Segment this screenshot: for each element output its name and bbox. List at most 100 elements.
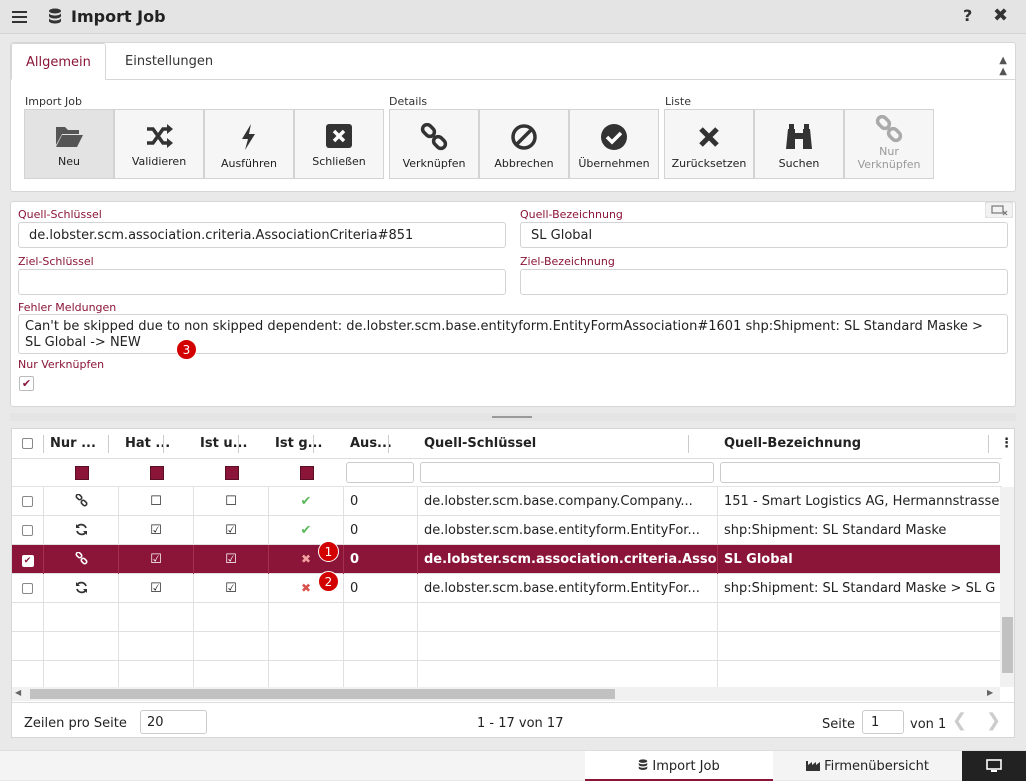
table-row[interactable]: ☐ ☐ ✔ 0 de.lobster.scm.base.company.Comp… (12, 487, 1002, 516)
nur-verknuepfen-button[interactable]: Nur Verknüpfen (844, 109, 934, 179)
quell-schluessel-field[interactable]: de.lobster.scm.association.criteria.Asso… (18, 222, 506, 248)
check-circle-icon (601, 124, 627, 150)
group-label-details: Details (389, 95, 428, 108)
horizontal-scroll-thumb[interactable] (30, 689, 615, 699)
validieren-button[interactable]: Validieren (114, 109, 204, 179)
hamburger-menu-icon[interactable] (12, 8, 32, 26)
table-row[interactable]: ☑ ☑ ✔ 0 de.lobster.scm.base.entityform.E… (12, 516, 1002, 545)
collapse-icon[interactable]: ▲ ▲ (999, 55, 1007, 77)
screen-close-icon[interactable] (985, 202, 1013, 218)
ist-u-value: ☑ (194, 574, 269, 603)
page-input[interactable]: 1 (862, 710, 904, 734)
select-all-checkbox[interactable] (22, 438, 33, 449)
filter-ist-u[interactable] (194, 459, 269, 487)
annotation-badge-2: 2 (318, 571, 339, 592)
col-quell-bezeichnung[interactable]: Quell-Bezeichnung (718, 429, 988, 459)
link-icon (44, 487, 119, 516)
row-select[interactable]: ✔ (12, 545, 44, 574)
desktop-button[interactable] (962, 751, 1026, 781)
row-select[interactable] (12, 487, 44, 516)
col-hat[interactable]: Hat ... (119, 429, 194, 459)
fehler-meldungen-field[interactable]: Can't be skipped due to non skipped depe… (18, 314, 1008, 354)
ziel-bezeichnung-field[interactable] (520, 269, 1008, 295)
factory-icon (805, 761, 820, 771)
col-ist-g[interactable]: Ist g... (269, 429, 344, 459)
col-divider (268, 603, 269, 687)
filter-ist-g[interactable] (269, 459, 344, 487)
neu-button[interactable]: Neu (24, 109, 114, 179)
col-ist-u[interactable]: Ist u... (194, 429, 269, 459)
quell-bezeichnung-value: SL Global (724, 552, 793, 567)
col-divider (43, 603, 44, 687)
rows-per-page-input[interactable]: 20 (140, 710, 207, 734)
col-aus[interactable]: Aus... (344, 429, 418, 459)
verknuepfen-button[interactable]: Verknüpfen (389, 109, 479, 179)
ist-u-value: ☑ (194, 516, 269, 545)
ziel-schluessel-field[interactable] (18, 269, 506, 295)
table-row-selected[interactable]: ✔ ☑ ☑ ✖ 0 de.lobster.scm.association.cri… (12, 545, 1002, 574)
close-icon[interactable]: ✖ (993, 5, 1008, 26)
filter-aus-input[interactable] (346, 462, 414, 483)
filter-hat[interactable] (119, 459, 194, 487)
abbrechen-label: Abbrechen (494, 157, 554, 170)
nur-verknuepfen-field-label: Nur Verknüpfen (18, 358, 105, 371)
filter-nur[interactable] (44, 459, 119, 487)
next-page-icon[interactable]: ❯ (986, 710, 1001, 731)
scroll-right-icon[interactable]: ▶ (987, 688, 993, 697)
title-bar: Import Job ? ✖ (0, 0, 1026, 34)
filter-quell-schluessel-input[interactable] (420, 462, 714, 483)
tab-einstellungen[interactable]: Einstellungen (111, 43, 227, 80)
close-box-icon (326, 124, 352, 148)
nur-verknuepfen-checkbox[interactable]: ✔ (19, 376, 34, 391)
table-row[interactable]: ☑ ☑ ✖ 0 de.lobster.scm.base.entityform.E… (12, 574, 1002, 603)
quell-bezeichnung-field[interactable]: SL Global (520, 222, 1008, 248)
ausfuehren-button[interactable]: Ausführen (204, 109, 294, 179)
prev-page-icon[interactable]: ❮ (952, 710, 967, 731)
quell-bezeichnung-value: 151 - Smart Logistics AG, Hermannstrasse (724, 494, 1000, 509)
link-disabled-icon (875, 115, 903, 143)
vertical-scroll-thumb[interactable] (1002, 617, 1013, 673)
quell-bezeichnung-value: shp:Shipment: SL Standard Maske > SL G (724, 581, 996, 596)
check-icon: ✔ (21, 377, 32, 390)
col-divider (343, 603, 344, 687)
quell-schluessel-label: Quell-Schlüssel (18, 208, 102, 221)
horizontal-scrollbar[interactable]: ◀ ▶ (12, 687, 1000, 701)
bottom-tab-firmenuebersicht-label: Firmenübersicht (824, 759, 929, 774)
page-count-label: von 1 (910, 717, 947, 732)
suchen-button[interactable]: Suchen (754, 109, 844, 179)
vertical-scrollbar[interactable] (1000, 487, 1014, 687)
bottom-tab-import-job-label: Import Job (652, 759, 720, 774)
hat-value: ☐ (119, 487, 194, 516)
bottom-tab-import-job[interactable]: Import Job (585, 751, 773, 781)
col-quell-schluessel[interactable]: Quell-Schlüssel (418, 429, 718, 459)
page-label: Seite (822, 717, 855, 732)
tab-allgemein[interactable]: Allgemein (11, 43, 106, 80)
col-divider (417, 603, 418, 687)
help-icon[interactable]: ? (963, 6, 972, 25)
hat-value: ☑ (119, 545, 194, 574)
schliessen-label: Schließen (312, 155, 366, 168)
filter-row (12, 459, 1002, 487)
annotation-badge-1: 1 (318, 541, 339, 562)
uebernehmen-button[interactable]: Übernehmen (569, 109, 659, 179)
annotation-badge-3: 3 (176, 339, 197, 360)
column-menu-icon[interactable]: ⋮ (997, 429, 1013, 459)
rows-per-page-label: Zeilen pro Seite (24, 716, 127, 731)
database-icon (639, 759, 648, 770)
filter-quell-bezeichnung-input[interactable] (720, 462, 1000, 483)
tab-bar: Allgemein Einstellungen ▲ ▲ (11, 43, 1015, 80)
row-select[interactable] (12, 574, 44, 603)
check-icon: ✔ (269, 487, 344, 516)
window-title: Import Job (71, 7, 166, 26)
suchen-label: Suchen (778, 157, 820, 170)
schliessen-button[interactable]: Schließen (294, 109, 384, 179)
quell-schluessel-value: de.lobster.scm.base.company.Company... (418, 487, 718, 516)
scroll-left-icon[interactable]: ◀ (15, 688, 21, 697)
group-label-liste: Liste (665, 95, 691, 108)
aus-value: 0 (344, 545, 418, 574)
zuruecksetzen-button[interactable]: Zurücksetzen (664, 109, 754, 179)
abbrechen-button[interactable]: Abbrechen (479, 109, 569, 179)
bottom-tab-firmenuebersicht[interactable]: Firmenübersicht (775, 751, 960, 781)
row-select[interactable] (12, 516, 44, 545)
splitter[interactable] (10, 413, 1016, 421)
